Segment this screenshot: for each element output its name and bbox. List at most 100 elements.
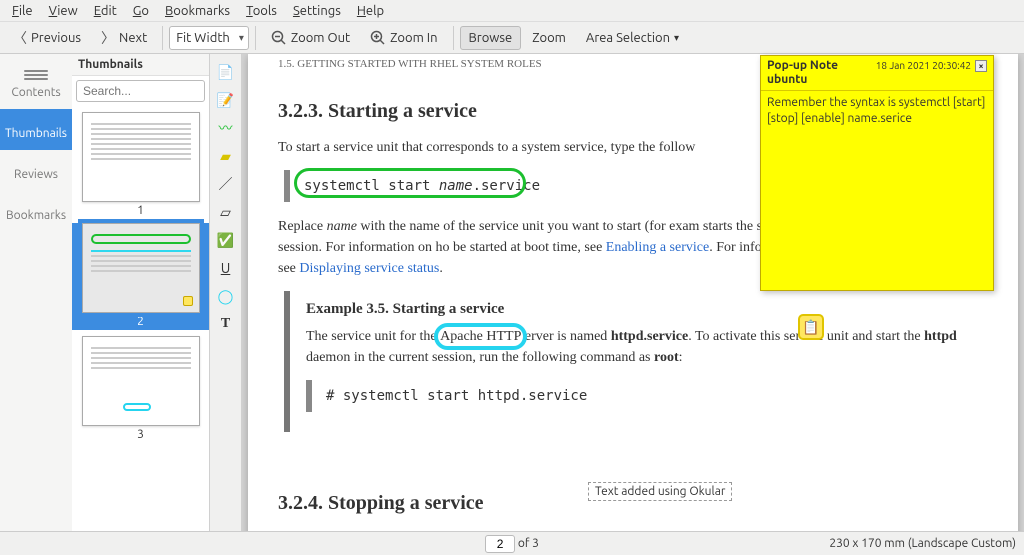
p2b: name [327, 219, 357, 234]
prev-button[interactable]: 〈 Previous [4, 23, 90, 53]
typewriter-button[interactable]: T [214, 312, 238, 336]
ex-apache: Apache HTTP [440, 329, 521, 344]
page-dimensions: 230 x 170 mm (Landscape Custom) [829, 537, 1016, 550]
thumbnail-2[interactable]: 2 [72, 223, 209, 330]
contents-label: Contents [11, 86, 60, 99]
ex-root: root [654, 350, 679, 365]
thumbnails-header: Thumbnails [72, 54, 209, 76]
p2e: . [439, 261, 443, 276]
chevron-right-icon: 〉 [101, 28, 115, 48]
exd: daemon in the current session, run the f… [306, 350, 654, 365]
ellipse-button[interactable]: ◯ [214, 284, 238, 308]
popup-note-marker-icon[interactable]: 📋 [798, 314, 824, 340]
menubar: FFileile View Edit Go Bookmarks Tools Se… [0, 0, 1024, 22]
ellipse-icon: ◯ [218, 288, 234, 305]
popup-note-date: 18 Jan 2021 20:30:42 [876, 60, 971, 71]
of-label: of [518, 537, 530, 550]
thumbnails-tab[interactable]: Thumbnails [0, 109, 72, 150]
bookmarks-label: Bookmarks [6, 209, 66, 222]
dropdown-caret-icon: ▾ [674, 32, 679, 44]
thumb-3-num: 3 [137, 428, 144, 441]
menu-go[interactable]: Go [125, 2, 157, 20]
popup-note-title: Pop-up Note [767, 59, 838, 72]
thumbnails-label: Thumbnails [5, 127, 67, 140]
page-number-input[interactable] [485, 535, 515, 553]
zoom-in-button[interactable]: Zoom In [361, 25, 446, 51]
note-annotation-button[interactable]: 📄 [214, 60, 238, 84]
freehand-icon: 〰 [219, 118, 233, 138]
zoom-tool-button[interactable]: Zoom [523, 26, 575, 50]
code-start-httpd: # systemctl start httpd.service [306, 380, 972, 412]
zoom-fit-select[interactable]: Fit Width [169, 26, 249, 50]
highlighter-icon: ▰ [220, 148, 231, 165]
contents-tab[interactable]: Contents [0, 54, 72, 109]
typewriter-icon: T [221, 316, 230, 332]
reviews-label: Reviews [14, 168, 58, 181]
zoom-in-icon [370, 30, 386, 46]
freehand-button[interactable]: 〰 [214, 116, 238, 140]
cmd-part-c: .service [473, 178, 540, 194]
zoom-out-icon [271, 30, 287, 46]
annotation-toolbar: 📄 📝 〰 ▰ ／ ▱ ✅ U ◯ T [210, 54, 242, 531]
link-enabling-service[interactable]: Enabling a service [606, 240, 709, 255]
menu-file[interactable]: FFileile [4, 2, 41, 20]
contents-icon [24, 70, 48, 82]
exb: erver is named [525, 329, 611, 344]
next-button[interactable]: 〉 Next [92, 23, 156, 53]
cmd-part-a: systemctl start [304, 178, 439, 194]
inline-note-button[interactable]: 📝 [214, 88, 238, 112]
menu-tools[interactable]: Tools [238, 2, 285, 20]
ex-httpd: httpd.service [611, 329, 688, 344]
chevron-left-icon: 〈 [13, 28, 27, 48]
p2a: Replace [278, 219, 327, 234]
exe: : [679, 350, 683, 365]
statusbar: of 3 230 x 170 mm (Landscape Custom) [0, 531, 1024, 555]
thumb-2-num: 2 [137, 315, 144, 328]
close-icon: × [978, 61, 983, 71]
area-label: Area Selection [586, 31, 670, 45]
thumbnail-3[interactable]: 3 [72, 336, 209, 441]
zoom-label: Zoom [532, 31, 566, 45]
popup-note-close-button[interactable]: × [975, 60, 987, 72]
stamp-icon: ✅ [217, 232, 234, 249]
menu-view[interactable]: View [41, 2, 86, 20]
polygon-icon: ▱ [220, 204, 231, 221]
main-toolbar: 〈 Previous 〉 Next Fit Width Zoom Out Zoom … [0, 22, 1024, 54]
underline-icon: U [221, 260, 231, 276]
highlighter-button[interactable]: ▰ [214, 144, 238, 168]
underline-button[interactable]: U [214, 256, 238, 280]
popup-note-body[interactable]: Remember the syntax is systemctl [start]… [761, 90, 993, 131]
reviews-tab[interactable]: Reviews [0, 150, 72, 191]
example-title: Example 3.5. Starting a service [306, 301, 972, 318]
bookmarks-tab[interactable]: Bookmarks [0, 191, 72, 232]
zoom-fit-label: Fit Width [176, 31, 230, 45]
zoom-out-button[interactable]: Zoom Out [262, 25, 359, 51]
popup-note[interactable]: Pop-up Note 18 Jan 2021 20:30:42 × ubunt… [760, 55, 994, 291]
popup-note-author: ubuntu [761, 73, 993, 88]
stamp-button[interactable]: ✅ [214, 228, 238, 252]
browse-label: Browse [469, 31, 513, 45]
menu-bookmarks[interactable]: Bookmarks [157, 2, 238, 20]
browse-tool-button[interactable]: Browse [460, 26, 522, 50]
line-icon: ／ [219, 174, 233, 194]
typewriter-annotation[interactable]: Text added using Okular [588, 482, 732, 501]
inline-note-icon: 📝 [217, 92, 234, 109]
thumbnail-1[interactable]: 1 [72, 112, 209, 217]
thumbnails-list: 1 2 3 [72, 106, 209, 531]
side-panel-tabs: Contents Thumbnails Reviews Bookmarks [0, 54, 72, 531]
area-selection-button[interactable]: Area Selection ▾ [577, 26, 688, 50]
example-para: The service unit for the Apache HTTP erv… [306, 326, 972, 368]
thumbnail-search-input[interactable] [76, 80, 205, 102]
example-35: Example 3.5. Starting a service The serv… [284, 291, 988, 432]
total-pages: 3 [532, 537, 539, 550]
next-label: Next [119, 31, 147, 45]
thumbnails-panel: Thumbnails 1 2 3 [72, 54, 210, 531]
menu-settings[interactable]: Settings [285, 2, 349, 20]
ellipse-annotation-cyan: Apache HTTP [440, 326, 521, 347]
menu-edit[interactable]: Edit [86, 2, 125, 20]
link-displaying-status[interactable]: Displaying service status [299, 261, 439, 276]
menu-help[interactable]: Help [349, 2, 392, 20]
prev-label: Previous [31, 31, 81, 45]
polygon-button[interactable]: ▱ [214, 200, 238, 224]
line-button[interactable]: ／ [214, 172, 238, 196]
